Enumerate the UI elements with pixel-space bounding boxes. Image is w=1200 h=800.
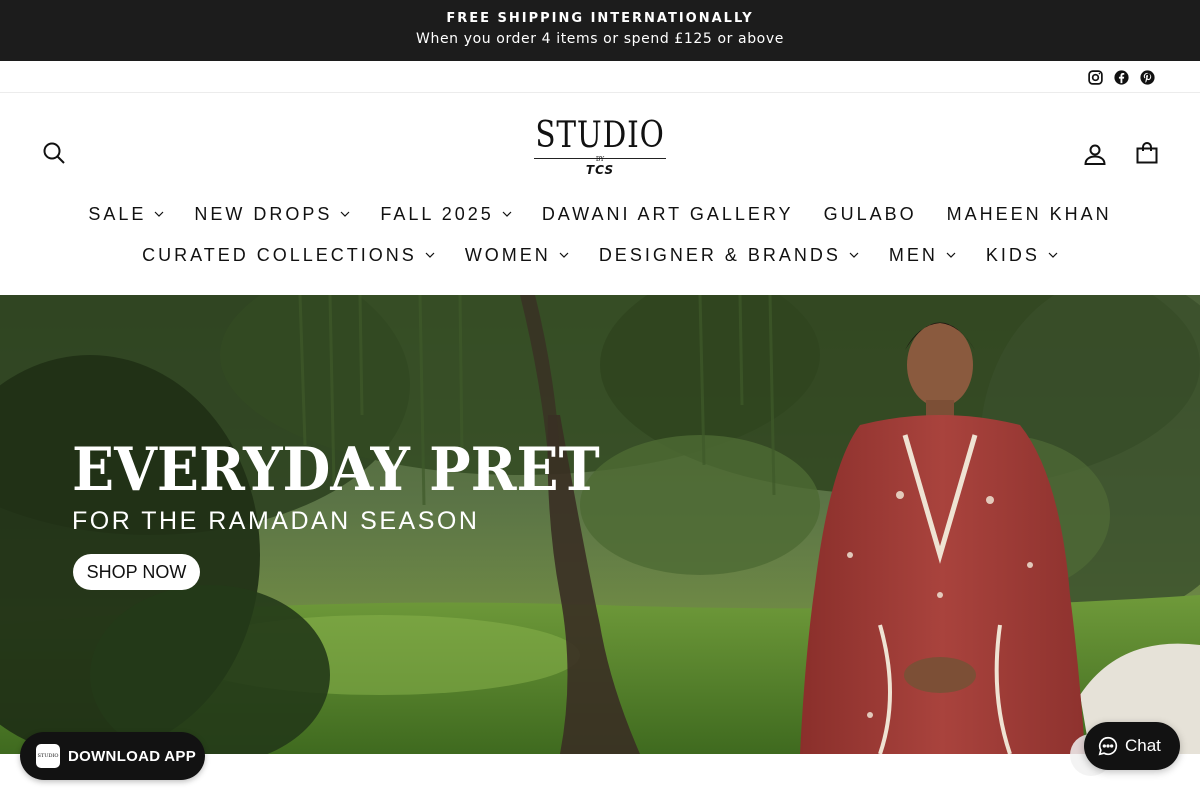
nav-item-label: CURATED COLLECTIONS (142, 244, 417, 265)
nav-item-label: KIDS (985, 244, 1040, 265)
search-icon[interactable] (40, 139, 68, 167)
chat-label: Chat (1125, 736, 1161, 755)
nav-item-fall-2025[interactable]: FALL 2025 (380, 202, 512, 226)
nav-item-label: WOMEN (464, 244, 551, 265)
chevron-down-icon (559, 252, 569, 258)
nav-item-dawani-art-gallery[interactable]: DAWANI ART GALLERY (542, 202, 794, 226)
nav-item-gulabo[interactable]: GULABO (824, 202, 917, 226)
hero-banner: EVERYDAY PRET FOR THE RAMADAN SEASON SHO… (0, 295, 1200, 754)
announcement-bar: FREE SHIPPING INTERNATIONALLY When you o… (0, 0, 1200, 61)
download-app-label: DOWNLOAD APP (68, 747, 197, 765)
nav-item-label: MEN (888, 244, 938, 265)
announcement-subtitle: When you order 4 items or spend £125 or … (416, 31, 784, 47)
download-app-button[interactable]: STUDIO DOWNLOAD APP (20, 732, 205, 780)
nav-item-label: DAWANI ART GALLERY (541, 203, 794, 224)
nav-item-label: SALE (88, 203, 147, 224)
instagram-icon[interactable] (1085, 67, 1105, 87)
nav-item-maheen-khan[interactable]: MAHEEN KHAN (947, 202, 1112, 226)
nav-item-label: GULABO (823, 203, 917, 224)
nav-item-sale[interactable]: SALE (88, 202, 164, 226)
logo-wordmark: STUDIO (535, 115, 665, 156)
nav-item-women[interactable]: WOMEN (465, 243, 569, 267)
nav-item-label: FALL 2025 (380, 203, 494, 224)
nav-item-label: NEW DROPS (194, 203, 333, 224)
chevron-down-icon (340, 211, 350, 217)
user-icon[interactable] (1080, 139, 1110, 169)
social-bar (0, 61, 1200, 93)
nav-item-kids[interactable]: KIDS (986, 243, 1058, 267)
shop-now-button[interactable]: SHOP NOW (73, 554, 200, 590)
facebook-icon[interactable] (1111, 67, 1131, 87)
cart-icon[interactable] (1132, 138, 1162, 168)
logo-by: BY (595, 156, 605, 163)
nav-item-designer-brands[interactable]: DESIGNER & BRANDS (599, 243, 859, 267)
hero-subtitle: FOR THE RAMADAN SEASON (72, 507, 480, 535)
chevron-down-icon (1048, 252, 1058, 258)
chat-bubble-icon (1098, 736, 1118, 756)
chevron-down-icon (425, 252, 435, 258)
hero-title: EVERYDAY PRET (72, 435, 600, 505)
nav-item-curated-collections[interactable]: CURATED COLLECTIONS (142, 243, 435, 267)
main-nav-row-1: SALE NEW DROPS FALL 2025 DAWANI ART GALLERY… (0, 202, 1200, 226)
announcement-title: FREE SHIPPING INTERNATIONALLY (446, 11, 754, 26)
logo-brand: TCS (585, 163, 615, 177)
chevron-down-icon (849, 252, 859, 258)
main-nav-row-2: CURATED COLLECTIONS WOMEN DESIGNER & BRAND… (0, 243, 1200, 267)
chat-button[interactable]: Chat (1084, 722, 1180, 770)
chevron-down-icon (946, 252, 956, 258)
chevron-down-icon (502, 211, 512, 217)
nav-item-label: MAHEEN KHAN (946, 203, 1112, 224)
nav-item-label: DESIGNER & BRANDS (598, 244, 841, 265)
site-logo[interactable]: STUDIO BY TCS (520, 118, 680, 180)
app-logo-icon: STUDIO (36, 744, 60, 768)
chevron-down-icon (154, 211, 164, 217)
pinterest-icon[interactable] (1137, 67, 1157, 87)
nav-item-new-drops[interactable]: NEW DROPS (194, 202, 350, 226)
nav-item-men[interactable]: MEN (889, 243, 956, 267)
